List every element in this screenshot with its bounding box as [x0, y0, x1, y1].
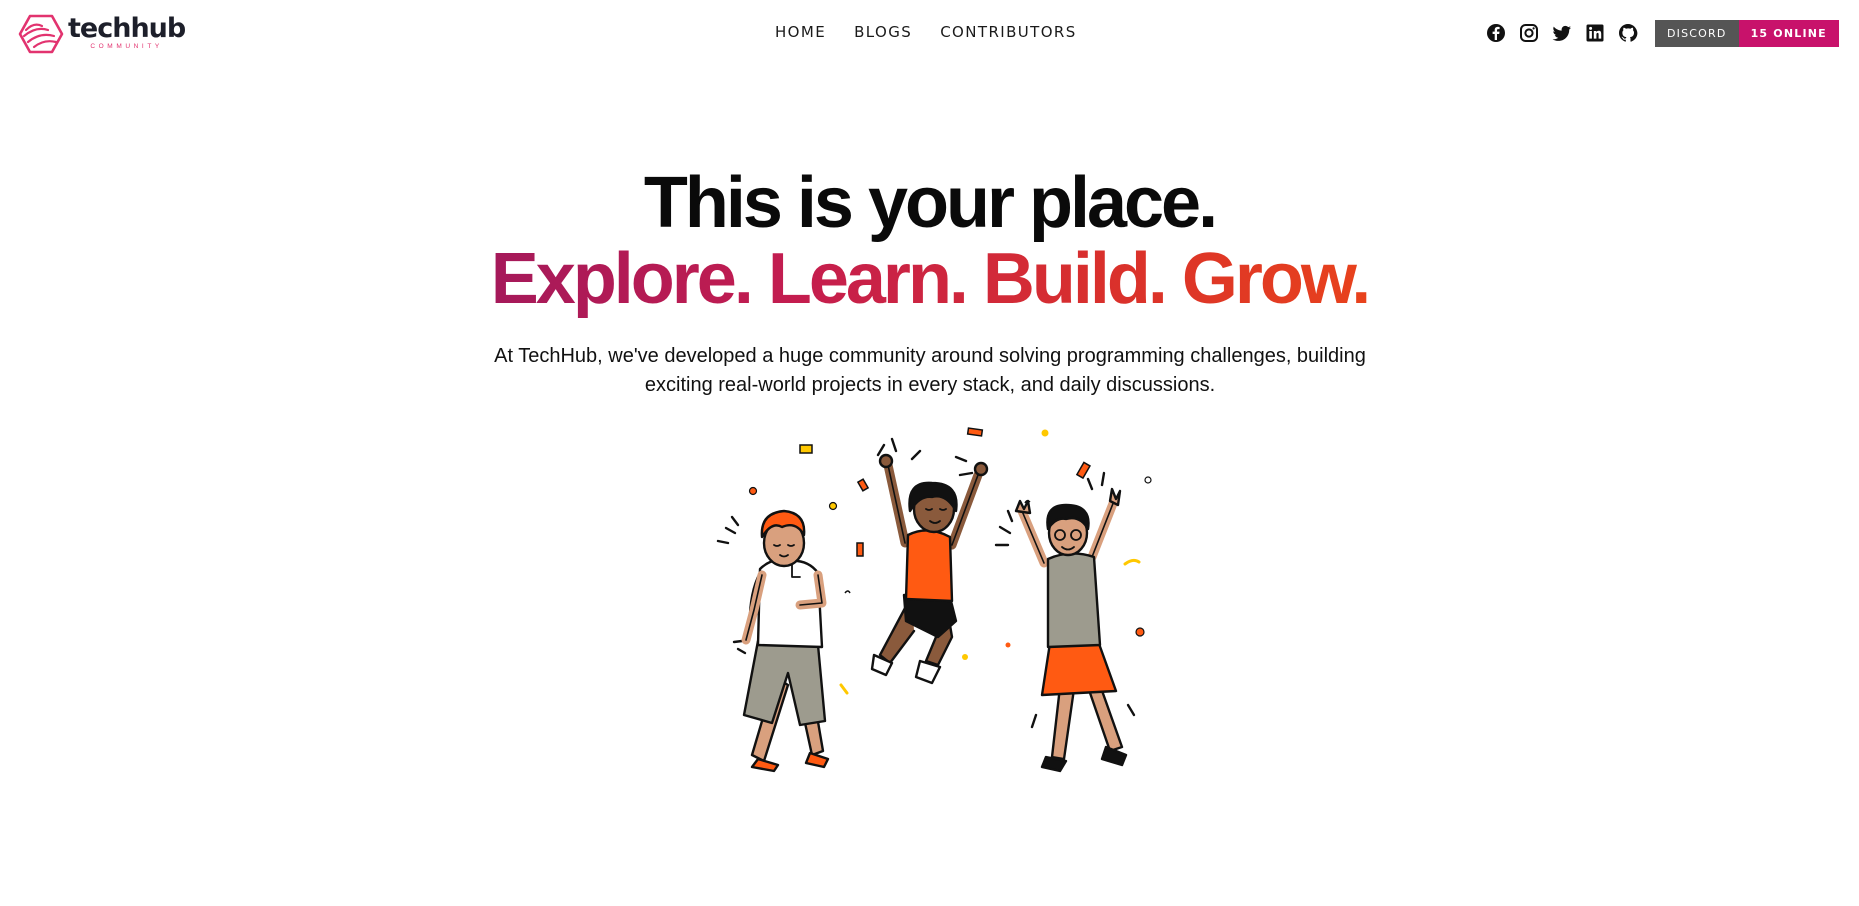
hero-title: This is your place. [643, 163, 1218, 243]
discord-label: DISCORD [1655, 20, 1739, 47]
twitter-icon[interactable] [1552, 23, 1572, 43]
hero-tagline: Explore. Learn. Build. Grow. [0, 240, 1859, 318]
linkedin-icon[interactable] [1585, 23, 1605, 43]
hero-description: At TechHub, we've developed a huge commu… [494, 345, 1366, 396]
person-right [994, 471, 1136, 773]
page: techhub COMMUNITY HOME BLOGS CONTRIBUTOR… [0, 0, 1859, 906]
github-icon[interactable] [1618, 23, 1638, 43]
discord-online-badge[interactable]: DISCORD 15 ONLINE [1655, 20, 1839, 47]
nav-item-home[interactable]: HOME [775, 23, 826, 41]
nav-item-blogs[interactable]: BLOGS [854, 23, 912, 41]
techhub-logo-icon [18, 14, 64, 54]
brand-logo-link[interactable]: techhub COMMUNITY [16, 13, 186, 54]
person-middle [870, 437, 989, 685]
discord-online-count: 15 ONLINE [1738, 20, 1839, 47]
facebook-icon[interactable] [1486, 23, 1506, 43]
brand-subtitle: COMMUNITY [90, 43, 163, 50]
top-header: techhub COMMUNITY HOME BLOGS CONTRIBUTOR… [0, 0, 1859, 66]
celebration-illustration [716, 427, 1152, 773]
main-nav: HOME BLOGS CONTRIBUTORS [775, 23, 1077, 41]
brand-name: techhub [68, 13, 186, 44]
instagram-icon[interactable] [1519, 23, 1539, 43]
social-links [1486, 23, 1638, 43]
hero-tagline-text: Explore. Learn. Build. Grow. [490, 239, 1371, 319]
brand-text: techhub COMMUNITY [68, 13, 186, 51]
person-left [716, 509, 830, 773]
nav-item-contributors[interactable]: CONTRIBUTORS [940, 23, 1077, 41]
